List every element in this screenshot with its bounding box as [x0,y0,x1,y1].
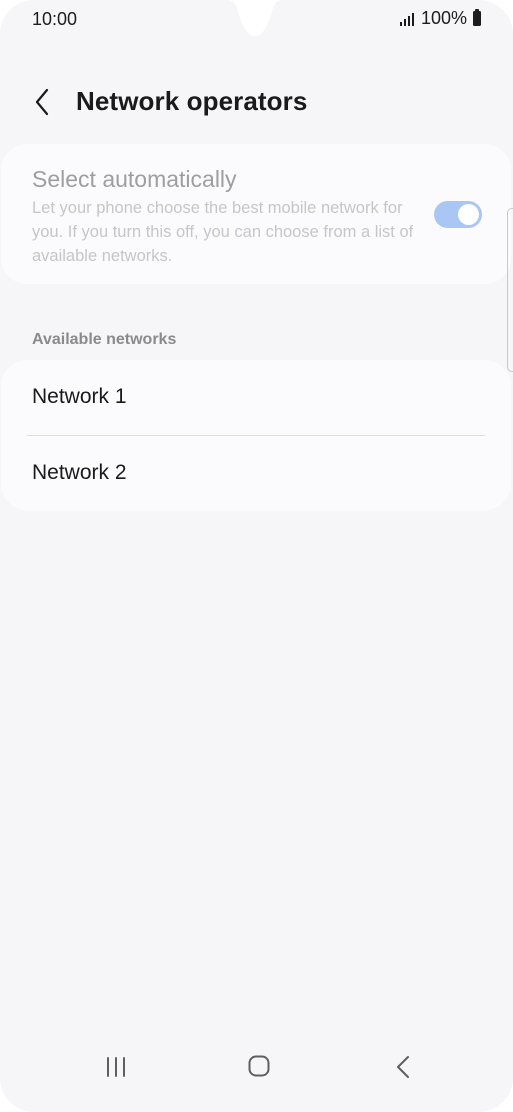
status-indicators: 100% [399,8,481,29]
select-automatically-setting[interactable]: Select automatically Let your phone choo… [1,144,511,284]
phone-screen: 10:00 100% Network operators Select auto… [0,0,513,1112]
network-label: Network 1 [32,385,127,408]
page-title: Network operators [76,86,308,116]
back-button[interactable] [24,82,60,122]
camera-notch [228,0,282,36]
network-item-2[interactable]: Network 2 [1,436,511,510]
networks-list: Network 1 Network 2 [1,360,511,510]
home-icon[interactable] [248,1055,270,1077]
status-time: 10:00 [32,9,78,29]
select-automatically-description: Let your phone choose the best mobile ne… [32,199,414,265]
recents-icon[interactable] [104,1056,128,1078]
app-bar: Network operators [0,78,513,126]
battery-percent: 100% [420,8,467,28]
toggle-knob [458,204,479,225]
select-automatically-title: Select automatically [32,166,237,192]
scrollbar[interactable] [507,208,513,372]
back-icon[interactable] [394,1055,414,1079]
signal-icon [399,12,414,26]
available-networks-header: Available networks [32,331,177,348]
status-bar: 10:00 100% [0,0,513,40]
network-item-1[interactable]: Network 1 [1,360,511,434]
battery-icon [473,9,481,26]
network-label: Network 2 [32,461,127,484]
navigation-bar [0,1048,513,1112]
chevron-left-icon [35,88,49,116]
select-automatically-toggle[interactable] [434,201,482,228]
